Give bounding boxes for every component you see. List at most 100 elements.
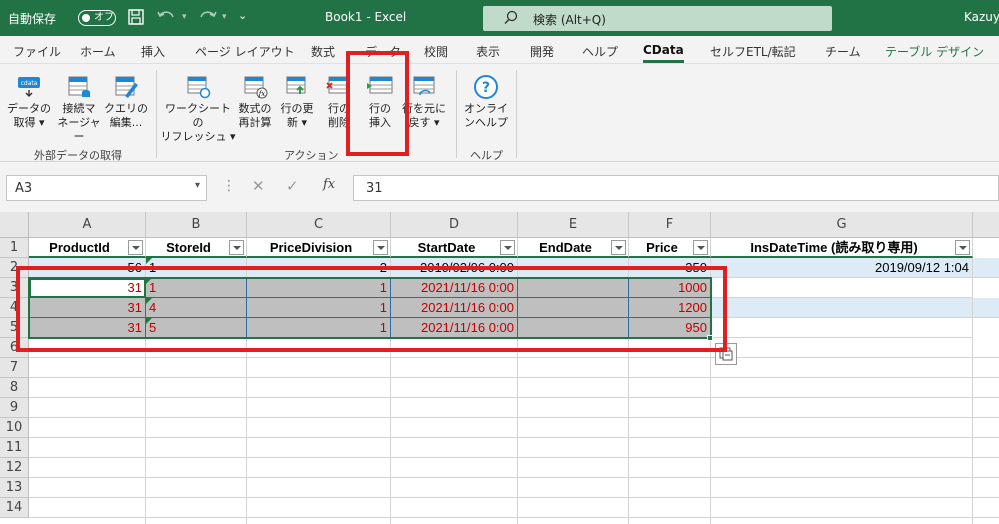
table-header-cell[interactable]: PriceDivision <box>247 238 391 258</box>
table-header-cell[interactable]: StoreId <box>146 238 247 258</box>
quick-analysis-icon[interactable] <box>715 343 737 365</box>
tab-file[interactable]: ファイル <box>13 43 61 60</box>
table-header-cell[interactable]: InsDateTime (読み取り専用) <box>711 238 973 258</box>
fill-handle[interactable] <box>707 335 713 341</box>
name-box[interactable]: A3 ▾ <box>6 175 207 201</box>
filter-dropdown-icon[interactable] <box>611 240 626 255</box>
get-data-button[interactable]: cdata データの 取得 ▾ <box>5 74 53 130</box>
table-cell[interactable]: 2019/02/06 0:00 <box>391 258 518 278</box>
table-cell[interactable]: 1 <box>247 298 391 318</box>
online-help-button[interactable]: ? オンライ ンヘルプ <box>462 74 510 130</box>
table-cell[interactable] <box>973 258 999 278</box>
empty-cell-area[interactable] <box>29 338 999 524</box>
filter-dropdown-icon[interactable] <box>693 240 708 255</box>
row-header[interactable]: 1 <box>0 238 29 258</box>
row-header[interactable]: 10 <box>0 418 29 438</box>
connection-manager-button[interactable]: 接続マ ネージャー <box>55 74 103 144</box>
refresh-worksheet-button[interactable]: ワークシートの リフレッシュ ▾ <box>160 74 236 144</box>
table-header-cell[interactable]: EndDate <box>518 238 629 258</box>
row-header[interactable]: 5 <box>0 318 29 338</box>
customize-qat-icon[interactable]: ⌄ <box>238 9 247 22</box>
filter-dropdown-icon[interactable] <box>128 240 143 255</box>
table-cell-active[interactable]: 31 <box>29 278 146 298</box>
row-header[interactable]: 9 <box>0 398 29 418</box>
select-all-corner[interactable] <box>0 212 29 238</box>
table-cell[interactable]: 1 <box>247 318 391 338</box>
row-header[interactable]: 14 <box>0 498 29 518</box>
chevron-down-icon[interactable]: ▾ <box>195 180 200 191</box>
row-header[interactable]: 4 <box>0 298 29 318</box>
tab-developer[interactable]: 開発 <box>530 43 554 60</box>
revert-row-button[interactable]: 行を元に 戻す ▾ <box>396 74 452 130</box>
cancel-icon[interactable]: ✕ <box>252 177 265 195</box>
table-cell[interactable]: 1200 <box>629 298 711 318</box>
table-cell[interactable]: 2 <box>247 258 391 278</box>
column-header[interactable]: F <box>629 212 711 238</box>
table-cell[interactable]: 1 <box>146 278 247 298</box>
table-cell[interactable]: 1 <box>146 258 247 278</box>
row-header[interactable]: 12 <box>0 458 29 478</box>
redo-dropdown-icon[interactable]: ▾ <box>222 12 227 22</box>
user-name[interactable]: Kazuy <box>964 10 999 24</box>
table-cell[interactable]: 4 <box>146 298 247 318</box>
confirm-icon[interactable]: ✓ <box>286 177 299 195</box>
row-header[interactable]: 2 <box>0 258 29 278</box>
column-header[interactable]: B <box>146 212 247 238</box>
table-cell[interactable] <box>518 278 629 298</box>
table-cell[interactable] <box>711 278 973 298</box>
column-header[interactable]: D <box>391 212 518 238</box>
table-cell[interactable]: 350 <box>629 258 711 278</box>
insert-function-icon[interactable]: fx <box>323 177 335 192</box>
table-cell[interactable]: 31 <box>29 318 146 338</box>
table-cell[interactable]: 56 <box>29 258 146 278</box>
tab-cdata[interactable]: CData <box>643 43 684 63</box>
redo-icon[interactable] <box>196 8 218 29</box>
column-header[interactable]: A <box>29 212 146 238</box>
formula-input[interactable]: 31 <box>353 175 999 201</box>
row-header[interactable]: 11 <box>0 438 29 458</box>
table-cell[interactable]: 2021/11/16 0:00 <box>391 298 518 318</box>
table-cell[interactable]: 2021/11/16 0:00 <box>391 278 518 298</box>
row-header[interactable]: 13 <box>0 478 29 498</box>
tab-help[interactable]: ヘルプ <box>582 43 618 60</box>
table-header-cell[interactable]: ProductId <box>29 238 146 258</box>
row-header[interactable]: 7 <box>0 358 29 378</box>
tab-review[interactable]: 校閲 <box>424 43 448 60</box>
table-cell[interactable]: 31 <box>29 298 146 318</box>
save-icon[interactable] <box>127 8 145 29</box>
filter-dropdown-icon[interactable] <box>500 240 515 255</box>
table-cell[interactable]: 2019/09/12 1:04 <box>711 258 973 278</box>
table-header-cell[interactable]: StartDate <box>391 238 518 258</box>
table-cell[interactable] <box>518 258 629 278</box>
column-header[interactable]: E <box>518 212 629 238</box>
edit-query-button[interactable]: クエリの 編集... <box>102 74 150 130</box>
column-header[interactable]: C <box>247 212 391 238</box>
table-cell[interactable]: 5 <box>146 318 247 338</box>
row-header[interactable]: 3 <box>0 278 29 298</box>
search-box[interactable]: 検索 (Alt+Q) <box>483 6 832 31</box>
table-header-cell[interactable]: Price <box>629 238 711 258</box>
row-header[interactable]: 8 <box>0 378 29 398</box>
tab-view[interactable]: 表示 <box>476 43 500 60</box>
filter-dropdown-icon[interactable] <box>373 240 388 255</box>
recalculate-formulas-button[interactable]: fx 数式の 再計算 <box>231 74 279 130</box>
tab-insert[interactable]: 挿入 <box>141 43 165 60</box>
more-options-icon[interactable]: ⋮ <box>222 178 236 194</box>
table-cell[interactable] <box>711 318 973 338</box>
table-cell[interactable] <box>518 318 629 338</box>
column-header[interactable]: G <box>711 212 973 238</box>
update-row-button[interactable]: 行の更 新 ▾ <box>273 74 321 130</box>
tab-table-design[interactable]: テーブル デザイン <box>885 43 984 60</box>
column-header[interactable] <box>973 212 999 238</box>
autosave-toggle[interactable]: オフ <box>78 10 116 26</box>
tab-page-layout[interactable]: ページ レイアウト <box>195 43 295 60</box>
tab-data[interactable]: データ <box>365 43 401 60</box>
filter-dropdown-icon[interactable] <box>955 240 970 255</box>
tab-home[interactable]: ホーム <box>80 43 116 60</box>
undo-icon[interactable] <box>156 8 178 29</box>
table-cell[interactable]: 1000 <box>629 278 711 298</box>
table-cell[interactable]: 950 <box>629 318 711 338</box>
tab-team[interactable]: チーム <box>825 43 861 60</box>
table-cell[interactable] <box>973 298 999 318</box>
table-cell[interactable] <box>518 298 629 318</box>
